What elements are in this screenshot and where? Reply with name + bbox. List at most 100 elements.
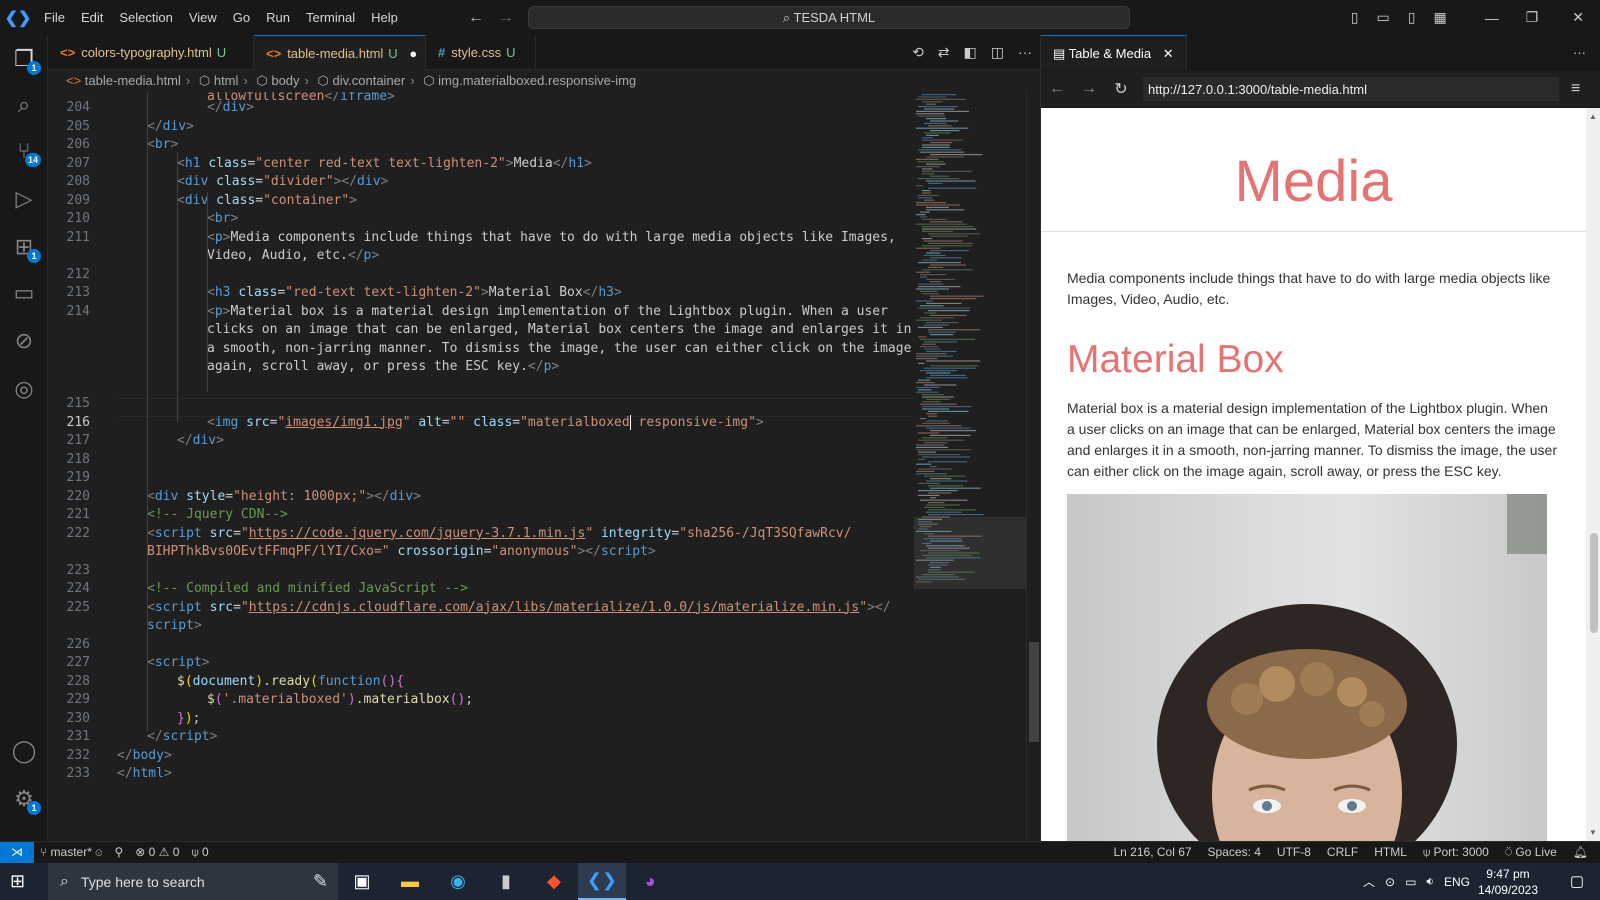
vscode-taskbar-icon[interactable]: ❮❯	[578, 863, 626, 900]
command-center[interactable]: ⌕ TESDA HTML	[528, 6, 1130, 29]
reload-icon[interactable]: ↻	[1105, 79, 1137, 99]
tab-table-media[interactable]: <> table-media.html U ●	[254, 35, 426, 70]
close-window-icon[interactable]: ✕	[1556, 9, 1600, 26]
breadcrumb-item[interactable]: body	[271, 73, 299, 88]
code-editor[interactable]: 204 205 206 207 208 209 210 211 212 213 214 215 216 2…	[48, 92, 914, 840]
menu-terminal[interactable]: Terminal	[298, 0, 363, 35]
minimap[interactable]	[914, 92, 1026, 840]
editor-scrollbar[interactable]	[1026, 92, 1040, 840]
close-tab-icon[interactable]: ✕	[1163, 46, 1174, 61]
toggle-panel-icon[interactable]: ▭	[1368, 9, 1399, 26]
split-editor-icon[interactable]: ◫	[991, 35, 1004, 70]
breadcrumb-item[interactable]: div.container	[332, 73, 405, 88]
network-icon[interactable]: ▭	[1405, 875, 1416, 889]
minimap-line	[920, 274, 947, 276]
language-indicator[interactable]: ENG	[1444, 875, 1470, 889]
minimap-line	[922, 173, 935, 175]
accounts-icon[interactable]: ◯	[0, 727, 48, 775]
menu-go[interactable]: Go	[225, 0, 258, 35]
scrollbar-thumb[interactable]	[1029, 642, 1039, 742]
meet-now-icon[interactable]: ⊙	[1385, 875, 1395, 889]
minimap-line	[922, 406, 972, 408]
toggle-secondary-sidebar-icon[interactable]: ▯	[1399, 9, 1425, 26]
minimap-line	[928, 485, 964, 487]
breadcrumb-item[interactable]: table-media.html	[85, 73, 181, 88]
menu-selection[interactable]: Selection	[111, 0, 180, 35]
live-server-port[interactable]: ⍦ Port: 3000	[1423, 842, 1489, 863]
extensions-icon[interactable]: ⊞ 1	[0, 223, 48, 271]
messenger-icon[interactable]: ◕	[626, 863, 674, 900]
code-line: <script>	[147, 655, 210, 670]
search-icon: ⌕	[60, 872, 69, 890]
encoding[interactable]: UTF-8	[1277, 842, 1311, 863]
browser-back-icon[interactable]: ←	[1041, 80, 1073, 98]
windows-start-icon[interactable]: ⊞	[10, 871, 25, 892]
run-debug-icon[interactable]: ▷	[0, 175, 48, 223]
menu-run[interactable]: Run	[258, 0, 298, 35]
breadcrumb-item[interactable]: html	[214, 73, 239, 88]
browser-forward-icon[interactable]: →	[1073, 80, 1105, 98]
minimap-slider[interactable]	[914, 517, 1026, 589]
remote-indicator-icon[interactable]: ⋊	[0, 842, 34, 863]
minimap-line	[918, 194, 939, 196]
notification-center-icon[interactable]: ▢	[1570, 872, 1584, 890]
taskbar-search[interactable]: ⌕ Type here to search ✎	[48, 863, 338, 900]
toggle-primary-sidebar-icon[interactable]: ▯	[1342, 9, 1368, 26]
problems-indicator[interactable]: ⊗ 0 ⚠ 0	[135, 842, 179, 863]
clock[interactable]: 9:47 pm 14/09/2023	[1478, 866, 1538, 898]
chevron-up-icon[interactable]: ︿	[1363, 873, 1375, 890]
volume-icon[interactable]: 🔉︎	[1426, 874, 1434, 889]
branch-indicator[interactable]: ⑂ master* ⊙	[40, 842, 102, 863]
search-view-icon[interactable]: ⌕	[0, 81, 48, 129]
tab-colors-typography[interactable]: <> colors-typography.html U	[48, 35, 254, 70]
more-actions-icon[interactable]: ···	[1573, 35, 1586, 70]
explorer-icon[interactable]: ❐ 1	[0, 35, 48, 83]
task-view-icon[interactable]: ▣	[338, 863, 386, 900]
usb-app-icon[interactable]: ▮	[482, 863, 530, 900]
web-page-viewport[interactable]: Media Media components include things th…	[1041, 108, 1586, 841]
git-graph-icon[interactable]: ⊘	[0, 317, 48, 365]
materialboxed-image[interactable]	[1067, 494, 1547, 841]
notifications-bell-icon[interactable]: 🔔︎	[1573, 842, 1588, 863]
compare-changes-icon[interactable]: ⇄	[938, 35, 950, 70]
search-icon: ⌕	[782, 10, 794, 25]
back-arrow-icon[interactable]: ←	[468, 0, 484, 35]
open-preview-icon[interactable]: ◧	[964, 35, 977, 70]
hamburger-menu-icon[interactable]: ≡	[1571, 80, 1580, 98]
language-mode[interactable]: HTML	[1374, 842, 1407, 863]
forward-arrow-icon[interactable]: →	[498, 0, 514, 35]
edge-browser-icon[interactable]: ◉	[434, 863, 482, 900]
breadcrumb-item[interactable]: img.materialboxed.responsive-img	[438, 73, 636, 88]
folder-icon[interactable]: ▭	[0, 269, 48, 317]
scroll-down-icon[interactable]: ▼	[1589, 828, 1597, 837]
publish-icon[interactable]: ⚲	[114, 842, 123, 863]
file-explorer-icon[interactable]: ▬	[386, 863, 434, 900]
menu-file[interactable]: File	[36, 0, 73, 35]
unsaved-dot-icon[interactable]: ●	[409, 46, 417, 61]
tab-style-css[interactable]: # style.css U	[426, 35, 536, 70]
scrollbar-thumb[interactable]	[1590, 533, 1598, 633]
code-line: </div>	[147, 118, 194, 134]
menu-help[interactable]: Help	[363, 0, 406, 35]
minimize-icon[interactable]: —	[1476, 10, 1508, 26]
line-ending[interactable]: CRLF	[1327, 842, 1358, 863]
url-input[interactable]: http://127.0.0.1:3000/table-media.html	[1143, 77, 1559, 101]
restore-icon[interactable]: ❐	[1508, 9, 1557, 26]
go-live-button[interactable]: ⍥ Go Live	[1505, 842, 1557, 863]
source-control-icon[interactable]: ⑂ 14	[0, 127, 48, 175]
menu-view[interactable]: View	[181, 0, 225, 35]
menu-edit[interactable]: Edit	[73, 0, 111, 35]
more-actions-icon[interactable]: ···	[1018, 35, 1032, 70]
remote-explorer-icon[interactable]: ◎	[0, 365, 48, 413]
brave-browser-icon[interactable]: ◆	[530, 863, 578, 900]
scroll-up-icon[interactable]: ▲	[1589, 112, 1597, 121]
line-number: 230	[66, 710, 90, 726]
settings-gear-icon[interactable]: ⚙ 1	[0, 775, 48, 823]
page-scrollbar[interactable]: ▲ ▼	[1586, 108, 1600, 841]
timeline-icon[interactable]: ⟲	[912, 35, 924, 70]
customize-layout-icon[interactable]: ▦	[1424, 9, 1455, 26]
indentation[interactable]: Spaces: 4	[1208, 842, 1261, 863]
tab-table-media-preview[interactable]: ▤ Table & Media ✕	[1041, 35, 1187, 70]
cursor-position[interactable]: Ln 216, Col 67	[1113, 842, 1191, 863]
ports-indicator[interactable]: ⍦ 0	[191, 842, 208, 863]
